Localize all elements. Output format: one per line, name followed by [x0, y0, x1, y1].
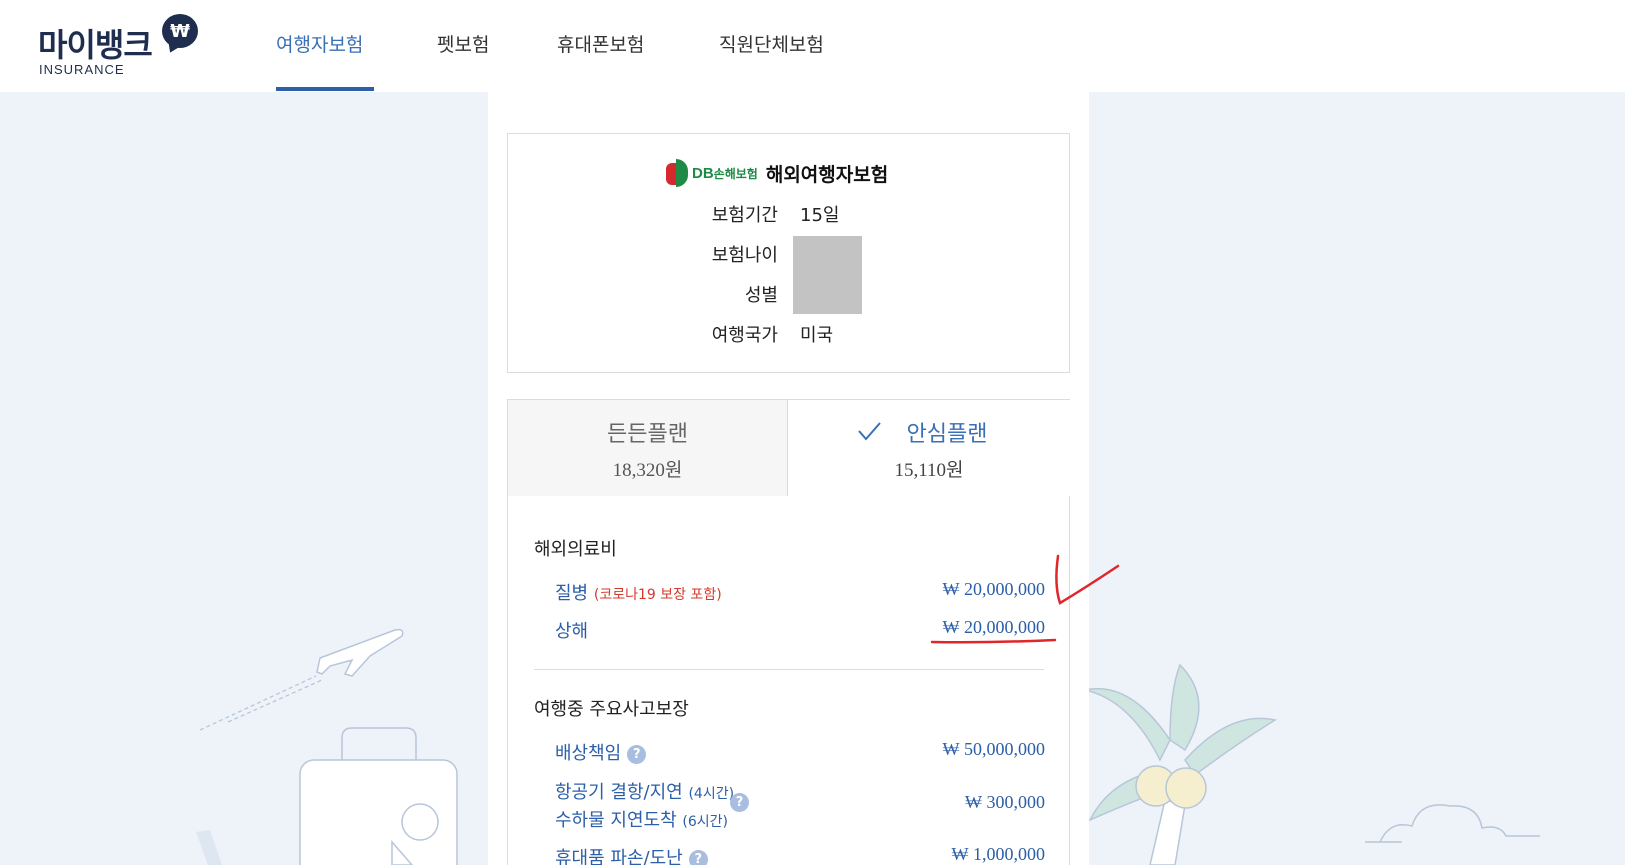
medical-section-title: 해외의료비 — [534, 539, 617, 560]
covid-note: (코로나19 보장 포함) — [593, 587, 722, 603]
belongings-amount: ₩ 1,000,000 — [951, 844, 1046, 864]
period-label: 보험기간 — [711, 205, 778, 226]
liability-amount: ₩ 50,000,000 — [942, 739, 1046, 759]
coverage-item-illness: 질병 (코로나19 보장 포함) — [555, 583, 722, 604]
cloud-icon — [1365, 804, 1540, 843]
plan-tab-ansim[interactable]: 안심플랜 15,110원 — [788, 400, 1070, 497]
insurer-logo-text: DB손해보험 — [692, 164, 758, 182]
plan-name: 안심플랜 — [906, 422, 988, 447]
help-icon[interactable]: ? — [730, 793, 749, 812]
nav-pet-insurance[interactable]: 펫보험 — [437, 30, 489, 57]
age-label: 보험나이 — [711, 245, 778, 266]
nav-travel-insurance[interactable]: 여행자보험 — [276, 30, 363, 57]
period-value: 15일 — [800, 205, 840, 226]
logo-subtitle: INSURANCE — [39, 62, 125, 77]
coverage-item-liability: 배상책임? — [555, 739, 647, 765]
plan-tabs: 든든플랜 18,320원 안심플랜 15,110원 — [507, 399, 1070, 497]
airplane-icon — [316, 628, 404, 677]
product-name: 해외여행자보험 — [765, 163, 889, 186]
illness-amount: ₩ 20,000,000 — [942, 579, 1046, 599]
suitcase-icon — [299, 727, 458, 865]
plan-price: 18,320원 — [612, 460, 683, 481]
delay-amount: ₩ 300,000 — [965, 792, 1045, 812]
coverage-item-flight-delay: 항공기 결항/지연 (4시간) — [555, 782, 735, 803]
help-icon[interactable]: ? — [688, 849, 708, 865]
db-insurance-logo-icon — [666, 159, 690, 187]
help-icon[interactable]: ? — [627, 744, 647, 764]
logo-wordmark: 마이뱅크 — [38, 26, 153, 64]
coverage-item-belongings: 휴대품 파손/도난? — [555, 844, 708, 865]
plan-tab-dendeun[interactable]: 든든플랜 18,320원 — [508, 400, 788, 497]
nav-group-insurance[interactable]: 직원단체보험 — [719, 30, 824, 57]
gender-label: 성별 — [744, 285, 778, 306]
plan-price: 15,110원 — [894, 460, 964, 481]
nav-active-indicator — [276, 87, 374, 91]
coverage-item-injury: 상해 — [555, 621, 589, 642]
accident-section-title: 여행중 주요사고보장 — [534, 699, 689, 720]
section-divider — [534, 669, 1044, 670]
injury-amount: ₩ 20,000,000 — [942, 617, 1046, 637]
country-label: 여행국가 — [711, 325, 778, 346]
country-value: 미국 — [800, 325, 834, 346]
redacted-personal-info — [793, 236, 862, 314]
mybank-insurance-logo[interactable]: 마이뱅크 ₩ INSURANCE — [38, 14, 208, 80]
plan-name: 든든플랜 — [607, 422, 688, 447]
coverage-item-baggage-delay: 수하물 지연도착 (6시간) — [555, 810, 728, 831]
won-speech-bubble-icon: ₩ — [162, 14, 198, 48]
palm-tree-icon — [1084, 663, 1277, 865]
insurer-title: DB손해보험 해외여행자보험 — [666, 158, 888, 188]
top-header: 마이뱅크 ₩ INSURANCE 여행자보험 펫보험 휴대폰보험 직원단체보험 — [0, 0, 1625, 92]
nav-phone-insurance[interactable]: 휴대폰보험 — [557, 30, 644, 57]
